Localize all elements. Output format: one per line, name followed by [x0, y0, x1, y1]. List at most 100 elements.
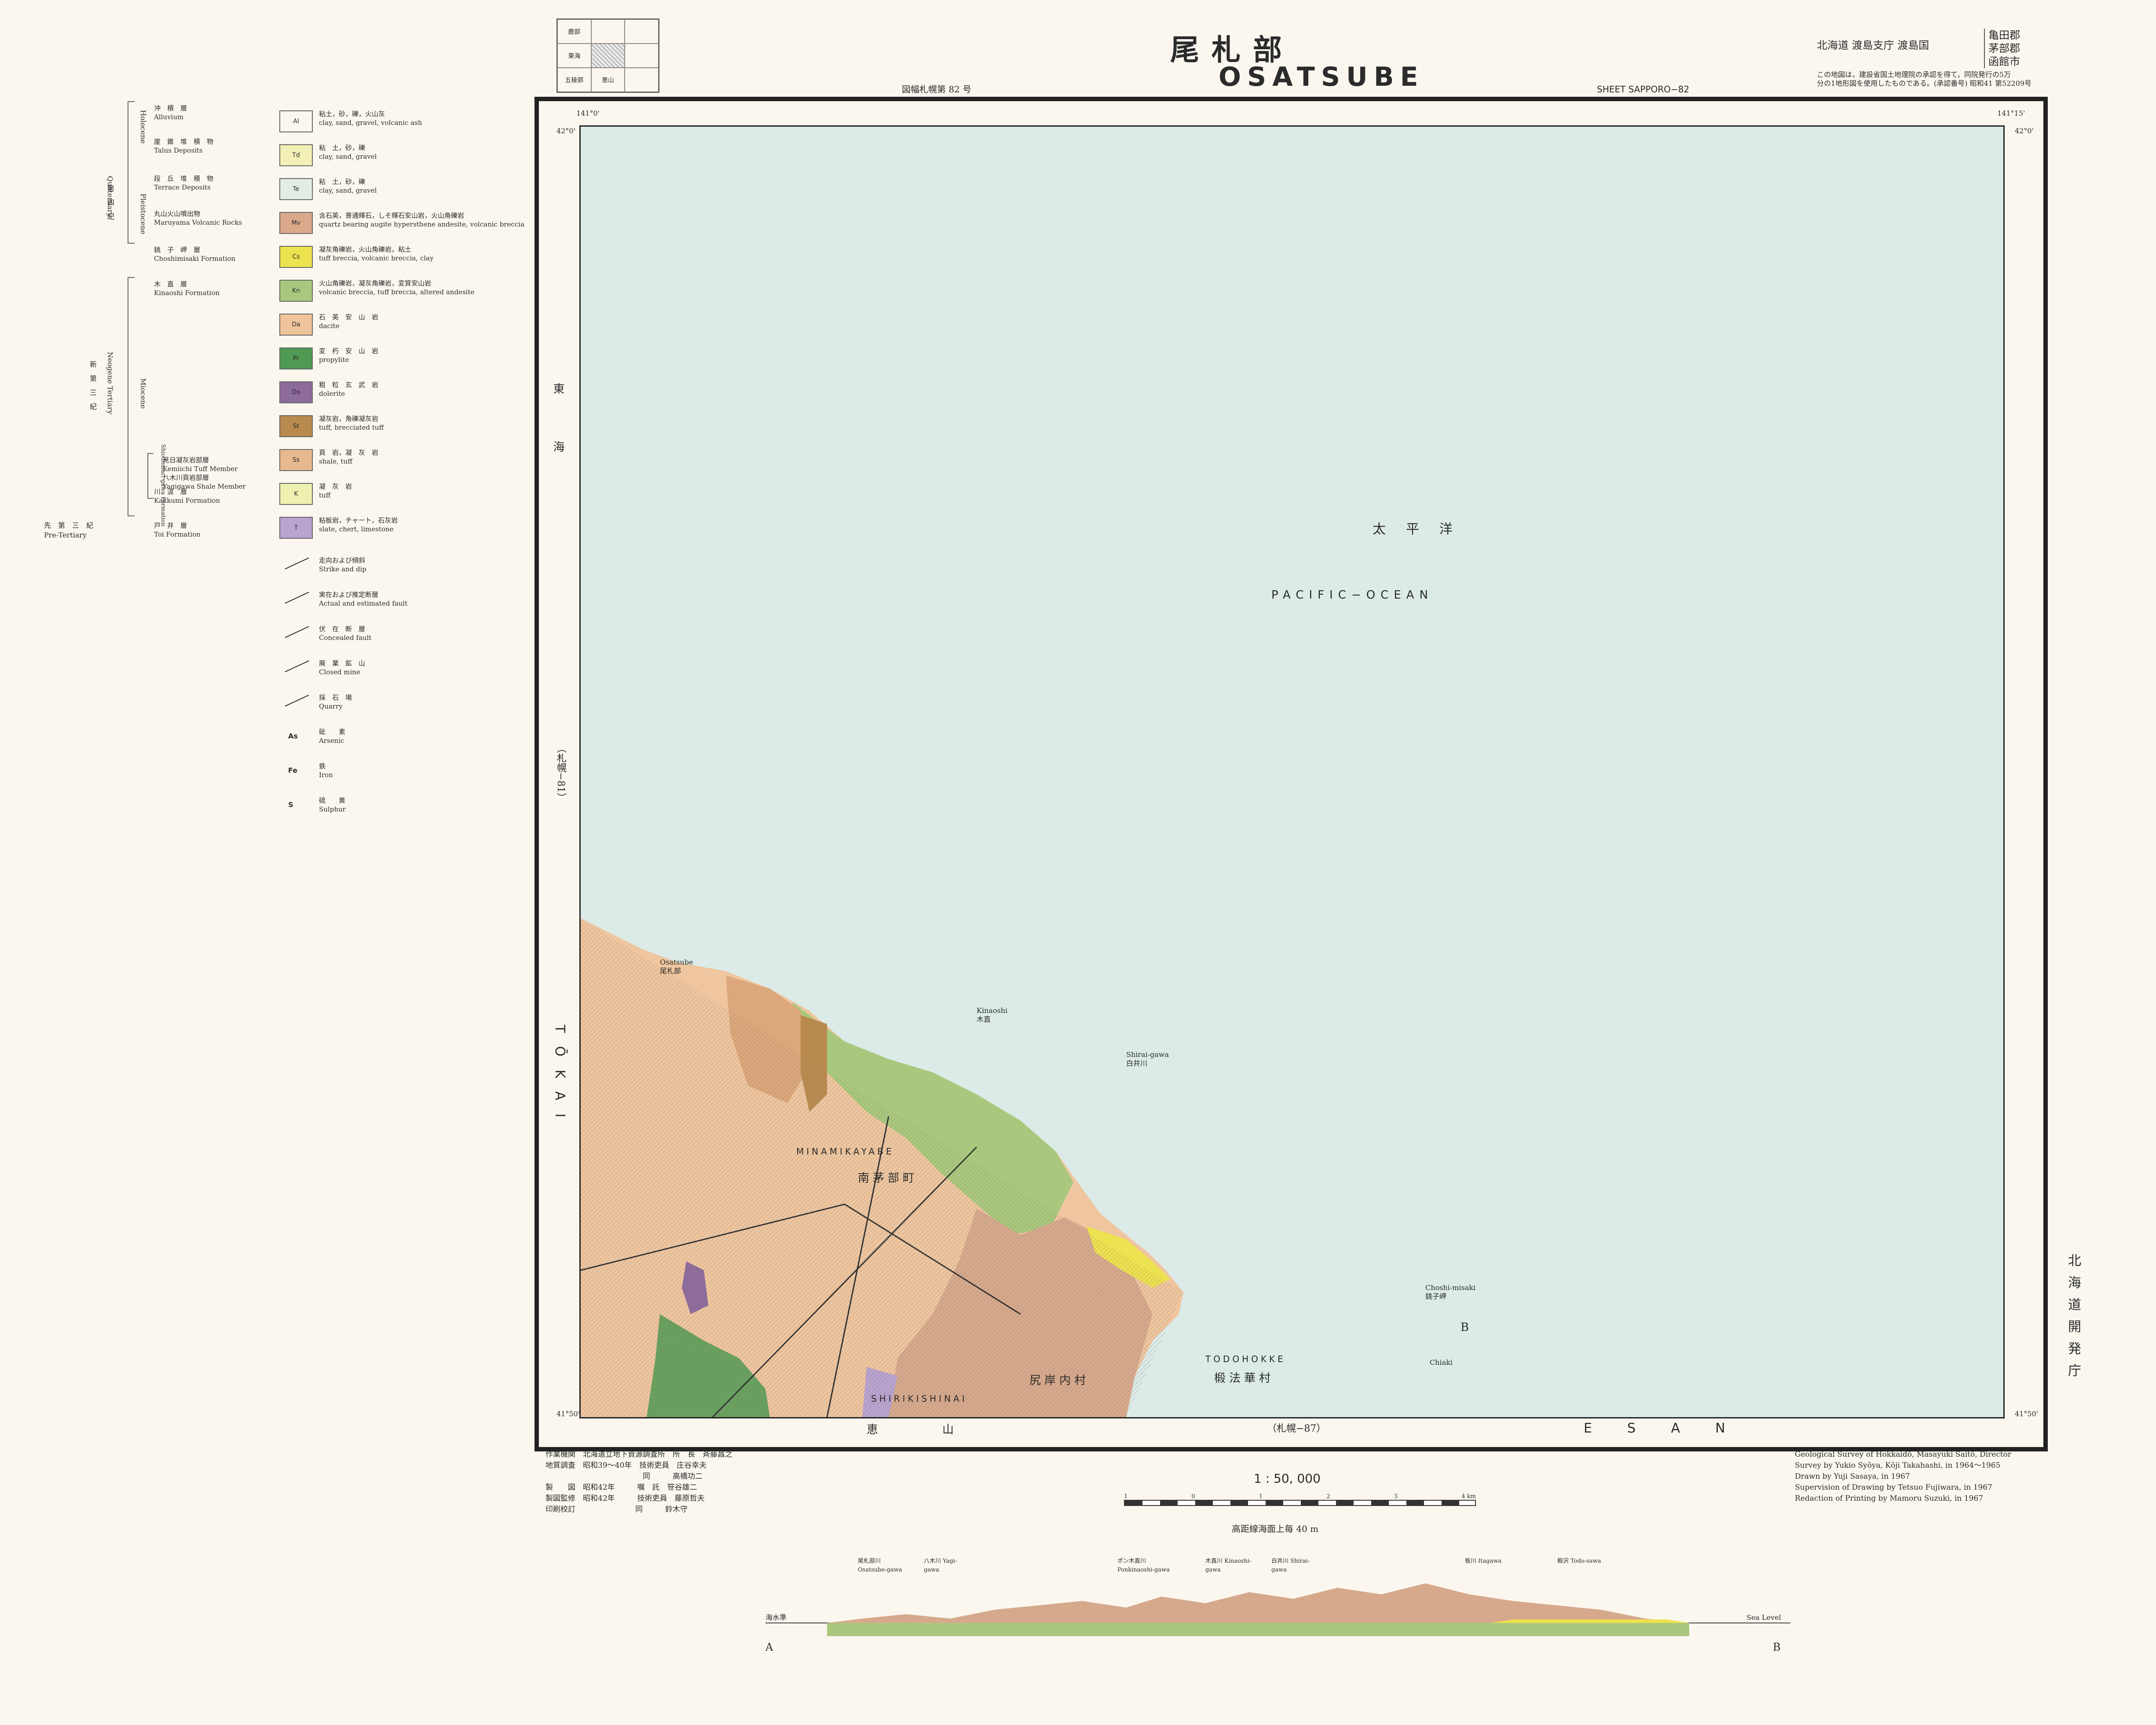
section-river: 白井川 Shirai-gawa — [1271, 1558, 1310, 1573]
symbol-en: Iron — [319, 771, 333, 779]
epoch-miocene: Miocene — [139, 378, 147, 409]
section-river: 尾札部川 Osatsube-gawa — [858, 1558, 902, 1573]
strat-jp: 戸 井 層 — [154, 522, 187, 530]
legend-en: shale, tuff — [319, 457, 352, 465]
place-jp: 尾札部 — [660, 967, 681, 975]
legend-jp: 頁 岩，凝 灰 岩 — [319, 449, 379, 457]
symbol-row: S 硫 黄 Sulphur — [279, 794, 552, 822]
symbol-en: Closed mine — [319, 668, 360, 676]
symbol-text: 採 石 場 Quarry — [319, 693, 556, 711]
credits-jp: 作業機関 北海道立地下資源調査所 所 長 斉藤昌之 地質調査 昭和39〜40年 … — [545, 1449, 732, 1515]
bottom-edge-sheet: （札幌−87） — [1267, 1423, 1326, 1434]
place-label-shirai: Shirai-gawa 白井川 — [1126, 1050, 1169, 1068]
strat-en: Talus Deposits — [154, 146, 203, 154]
legend-swatch: Ss — [279, 449, 313, 471]
credit-line: 同 高橋功二 — [545, 1472, 703, 1481]
strat-en: Choshimisaki Formation — [154, 255, 236, 263]
symbol-jp: 実在および推定断層 — [319, 591, 379, 599]
section-upper — [827, 1583, 1689, 1623]
place-en: TODOHOKKE — [1205, 1354, 1286, 1364]
symbol-row: 廃 業 鉱 山 Closed mine — [279, 657, 552, 685]
sea-level-en: Sea Level — [1746, 1613, 1781, 1622]
left-edge-jp: 東 海 — [551, 383, 564, 470]
bracket — [147, 453, 154, 499]
bracket — [128, 277, 135, 516]
legend-swatch: Da — [279, 314, 313, 336]
strat-jp: 銚 子 岬 層 — [154, 246, 201, 254]
legend-text: 粘板岩，チャート，石灰岩 slate, chert, limestone — [319, 516, 556, 534]
strat-row: 戸 井 層 Toi Formation — [154, 521, 268, 539]
index-cell: 鹿部 — [557, 19, 591, 44]
symbol-en: Concealed fault — [319, 634, 372, 642]
corner-nw-lat: 42°0' — [556, 127, 575, 135]
scale-tick: 1 — [1124, 1493, 1128, 1500]
legend-swatch: Pr — [279, 347, 313, 369]
place-en: Shirai-gawa — [1126, 1050, 1169, 1059]
index-cell — [625, 44, 659, 68]
credit-line: 製図監修 昭和42年 技術吏員 藤原哲夫 — [545, 1494, 705, 1503]
legend-row: T 粘板岩，チャート，石灰岩 slate, chert, limestone — [279, 514, 552, 542]
legend-en: clay, sand, gravel — [319, 186, 377, 194]
legend-swatch: Td — [279, 144, 313, 166]
strat-jp: 木 直 層 — [154, 280, 187, 288]
place-label-chiaki: Chiaki — [1430, 1358, 1453, 1367]
sea-label-en: PACIFIC−OCEAN — [1271, 588, 1434, 602]
strat-row: 丸山火山噴出物 Maruyama Volcanic Rocks — [154, 209, 268, 227]
symbol-glyph-icon — [285, 557, 309, 570]
legend-row: Kn 火山角礫岩，凝灰角礫岩，変質安山岩 volcanic breccia, tuf… — [279, 277, 552, 305]
section-river: 板川 Itagawa — [1465, 1558, 1502, 1564]
place-jp: 尻岸内村 — [1029, 1374, 1090, 1387]
symbol-jp: 鉄 — [319, 762, 326, 770]
legend-jp: 変 朽 安 山 岩 — [319, 347, 379, 355]
legend-row: K 凝 灰 岩 tuff — [279, 480, 552, 508]
sea-label-jp: 太 平 洋 — [1373, 522, 1456, 537]
legend-en: clay, sand, gravel — [319, 153, 377, 161]
section-label-a: A — [765, 1641, 773, 1653]
strat-en: Alluvium — [154, 113, 184, 121]
legend-jp: 凝 灰 岩 — [319, 482, 352, 490]
legend-swatch: Te — [279, 178, 313, 200]
section-river: 木直川 Kinaoshi-gawa — [1205, 1558, 1252, 1573]
scale-ticks: 1 0 1 2 3 4 km — [1124, 1493, 1476, 1500]
strat-en: Yagigawa Shale Member — [163, 482, 246, 490]
strat-row: 銚 子 岬 層 Choshimisaki Formation — [154, 245, 268, 263]
scale-tick: 1 — [1259, 1493, 1263, 1500]
legend-en: tuff — [319, 491, 331, 499]
era-pretertiary-jp: 先 第 三 紀 — [44, 521, 94, 530]
geologic-map: 太 平 洋 PACIFIC−OCEAN MINAMIKAYABE 南茅部町 TO… — [579, 125, 2005, 1418]
district-3: 函館市 — [1988, 55, 2020, 68]
symbol-en: Actual and estimated fault — [319, 599, 408, 607]
scale-bar-graphic — [1124, 1500, 1476, 1506]
symbol-en: Sulphur — [319, 805, 346, 813]
left-edge-en: TŌKAI — [552, 1025, 567, 1131]
scale-tick: 3 — [1394, 1493, 1398, 1500]
bracket — [128, 101, 135, 244]
legend-jp: 粘 土，砂，礫 — [319, 144, 366, 152]
strat-row: 木 直 層 Kinaoshi Formation — [154, 280, 268, 297]
era-neogene-jp: 新 第 三 紀 — [88, 361, 97, 410]
index-cell: 五稜郭 — [557, 68, 591, 92]
scale-bar: 1 0 1 2 3 4 km — [1124, 1493, 1476, 1506]
index-map: 鹿部 東海 五稜郭 恵山 — [556, 18, 659, 93]
symbol-code: S — [288, 800, 293, 809]
index-cell — [625, 19, 659, 44]
strat-row: 段 丘 堆 積 物 Terrace Deposits — [154, 174, 268, 192]
symbol-text: 実在および推定断層 Actual and estimated fault — [319, 590, 556, 608]
credit-line: 印刷校訂 同 鈴木守 — [545, 1505, 688, 1514]
strat-en: Kinaoshi Formation — [154, 289, 220, 297]
symbol-text: 走向および傾斜 Strike and dip — [319, 556, 556, 574]
symbol-row: 実在および推定断層 Actual and estimated fault — [279, 588, 552, 617]
symbol-jp: 砒 素 — [319, 728, 346, 736]
contour-hatch — [581, 918, 1183, 1417]
map-note: この地図は，建設省国土地理院の承認を得て，同院発行の5万 分の1地形図を使用した… — [1817, 70, 2032, 88]
legend-row: Td 粘 土，砂，礫 clay, sand, gravel — [279, 142, 552, 170]
symbol-en: Arsenic — [319, 737, 344, 745]
section-river: ポン木直川 Ponkinaoshi-gawa — [1117, 1558, 1170, 1573]
legend-row: Al 粘土，砂，礫，火山灰 clay, sand, gravel, volcanic… — [279, 108, 552, 136]
legend-en: dacite — [319, 322, 340, 330]
corner-ne-lat: 42°0' — [2015, 127, 2034, 135]
sheet-label: SHEET SAPPORO−82 — [1597, 84, 1690, 95]
symbol-jp: 走向および傾斜 — [319, 556, 366, 564]
legend-text: 粘土，砂，礫，火山灰 clay, sand, gravel, volcanic a… — [319, 110, 556, 127]
epoch-pleistocene: Pleistocene — [139, 194, 147, 234]
